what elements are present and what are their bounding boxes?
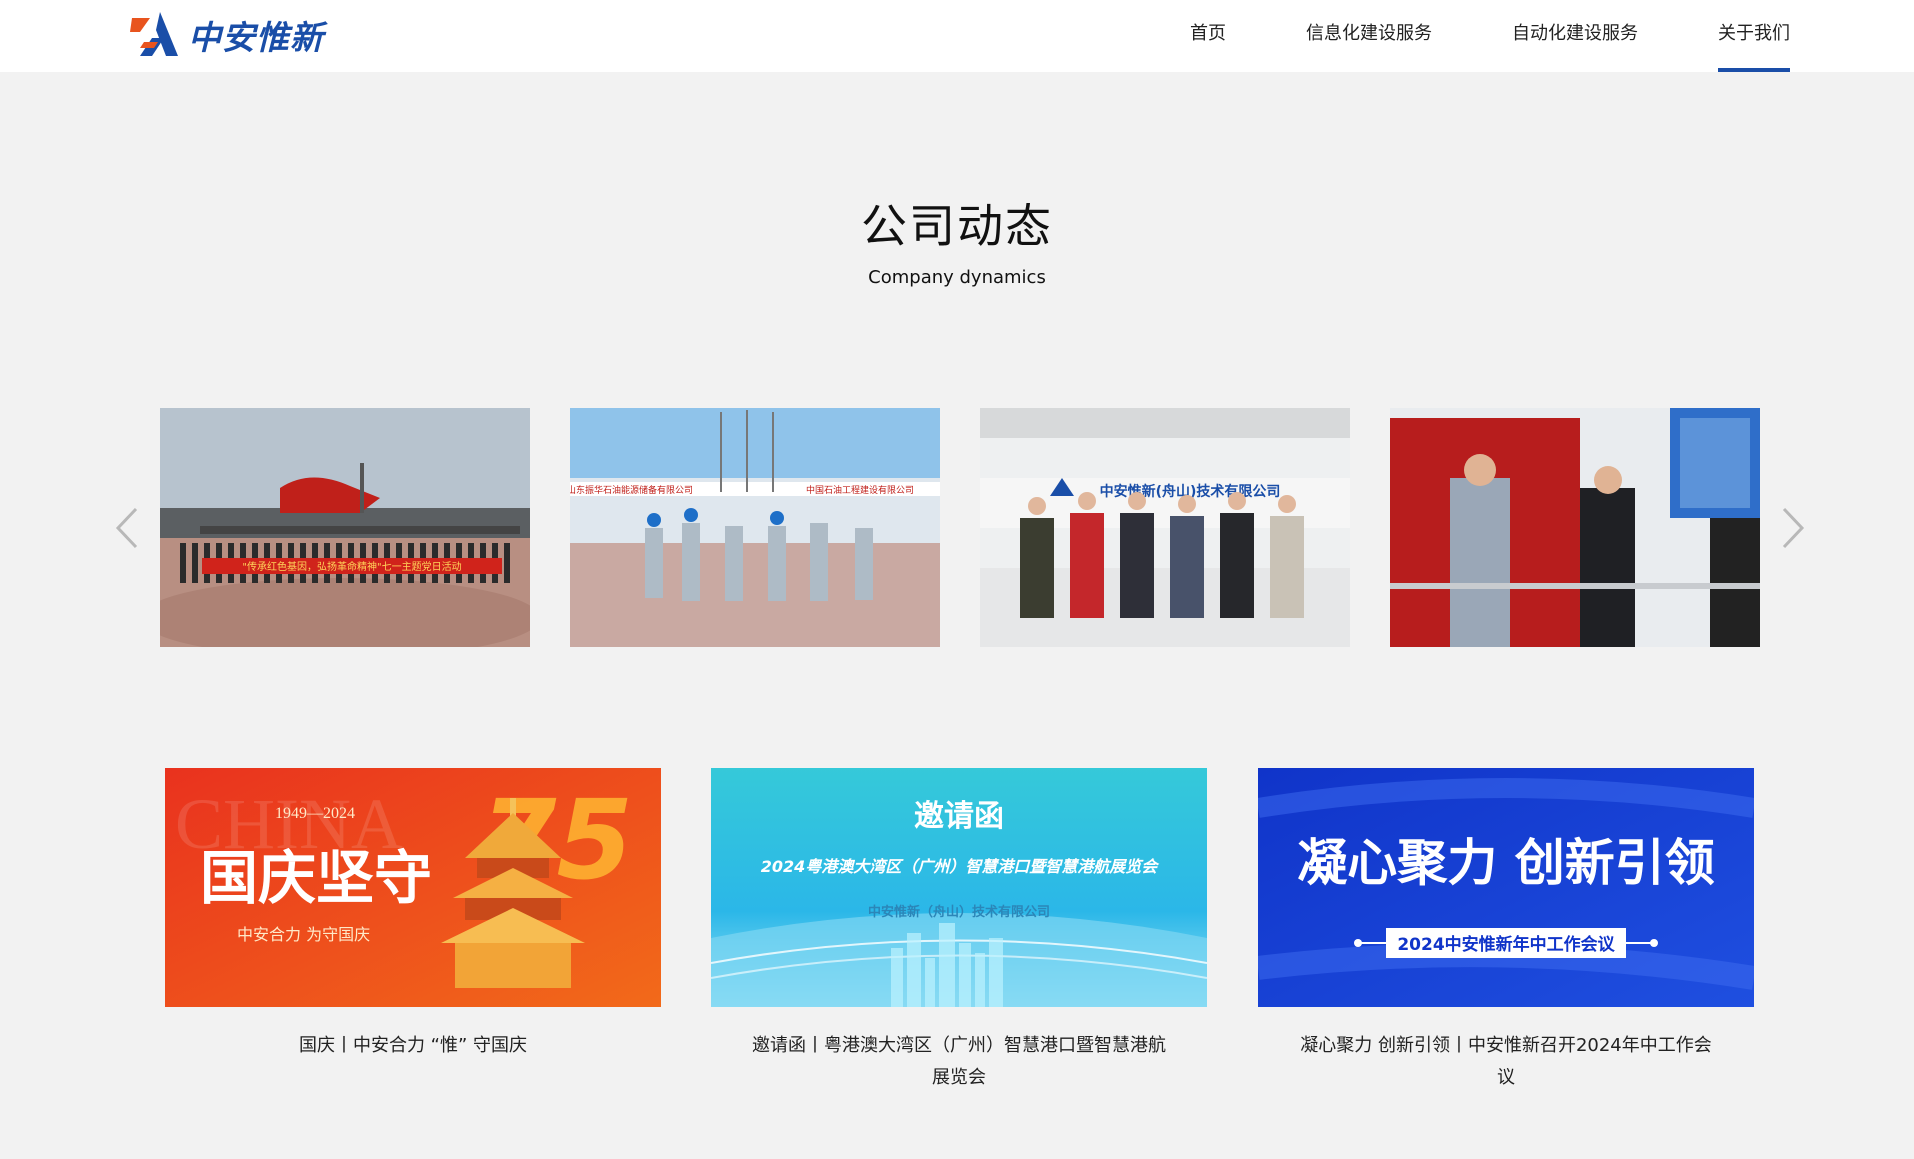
logo[interactable]: 中安惟新 bbox=[130, 10, 324, 60]
nav-about-us[interactable]: 关于我们 bbox=[1718, 0, 1790, 72]
banner-subhead-2: 2024粤港澳大湾区（广州）智慧港口暨智慧港航展览会 bbox=[761, 857, 1161, 876]
chevron-right-icon[interactable] bbox=[1778, 505, 1808, 551]
banner-headline-1: 国庆坚守 bbox=[200, 844, 432, 912]
section-subtitle: Company dynamics bbox=[868, 267, 1046, 288]
news-card-2-caption[interactable]: 邀请函丨粤港澳大湾区（广州）智慧港口暨智慧港航展览会 bbox=[749, 1030, 1169, 1094]
inspection-photo bbox=[1390, 408, 1760, 647]
carousel-slide-2[interactable]: 山东振华石油能源储备有限公司 中国石油工程建设有限公司 bbox=[570, 408, 940, 647]
section-title: 公司动态 bbox=[861, 199, 1053, 253]
meeting-banner: 凝心聚力 创新引领 2024中安惟新年中工作会议 bbox=[1258, 768, 1754, 1007]
news-card-3-image[interactable]: 凝心聚力 创新引领 2024中安惟新年中工作会议 bbox=[1258, 768, 1754, 1007]
banner-tagline-1: 中安合力 为守国庆 bbox=[237, 925, 370, 944]
banner-company-2: 中安惟新（舟山）技术有限公司 bbox=[868, 904, 1050, 920]
years-text: 1949—2024 bbox=[275, 805, 355, 822]
site-header: 中安惟新 首页 信息化建设服务 自动化建设服务 关于我们 bbox=[0, 0, 1914, 72]
national-day-banner: CHINA 1949—2024 75 国庆坚守 中安合力 为守国庆 bbox=[165, 768, 661, 1007]
party-day-photo: "传承红色基因，弘扬革命精神"七一主题党日活动 bbox=[160, 408, 530, 647]
logo-mark-icon bbox=[130, 12, 178, 56]
news-card-1-image[interactable]: CHINA 1949—2024 75 国庆坚守 中安合力 为守国庆 bbox=[165, 768, 661, 1007]
nav-home[interactable]: 首页 bbox=[1190, 0, 1226, 72]
sign-left: 山东振华石油能源储备有限公司 bbox=[570, 484, 693, 496]
site-visit-photo: 山东振华石油能源储备有限公司 中国石油工程建设有限公司 bbox=[570, 408, 940, 647]
chevron-left-icon[interactable] bbox=[112, 505, 142, 551]
news-card-3-caption[interactable]: 凝心聚力 创新引领丨中安惟新召开2024年中工作会议 bbox=[1296, 1030, 1716, 1094]
party-banner-text: "传承红色基因，弘扬革命精神"七一主题党日活动 bbox=[242, 560, 461, 573]
invitation-banner: 邀请函 2024粤港澳大湾区（广州）智慧港口暨智慧港航展览会 中安惟新（舟山）技… bbox=[711, 768, 1207, 1007]
banner-headline-3: 凝心聚力 创新引领 bbox=[1297, 834, 1714, 892]
office-group-photo: 中安惟新(舟山)技术有限公司 bbox=[980, 408, 1350, 647]
nav-it-services[interactable]: 信息化建设服务 bbox=[1306, 0, 1432, 72]
nav-automation-services[interactable]: 自动化建设服务 bbox=[1512, 0, 1638, 72]
news-card-2-image[interactable]: 邀请函 2024粤港澳大湾区（广州）智慧港口暨智慧港航展览会 中安惟新（舟山）技… bbox=[711, 768, 1207, 1007]
carousel-slide-4[interactable] bbox=[1390, 408, 1760, 647]
sign-right: 中国石油工程建设有限公司 bbox=[806, 484, 914, 496]
banner-headline-2: 邀请函 bbox=[914, 799, 1004, 834]
news-card-1-caption[interactable]: 国庆丨中安合力 “惟” 守国庆 bbox=[203, 1030, 623, 1062]
carousel-slide-3[interactable]: 中安惟新(舟山)技术有限公司 bbox=[980, 408, 1350, 647]
banner-subhead-3: 2024中安惟新年中工作会议 bbox=[1397, 934, 1615, 955]
brand-name: 中安惟新 bbox=[188, 18, 324, 57]
carousel-slide-1[interactable]: "传承红色基因，弘扬革命精神"七一主题党日活动 bbox=[160, 408, 530, 647]
